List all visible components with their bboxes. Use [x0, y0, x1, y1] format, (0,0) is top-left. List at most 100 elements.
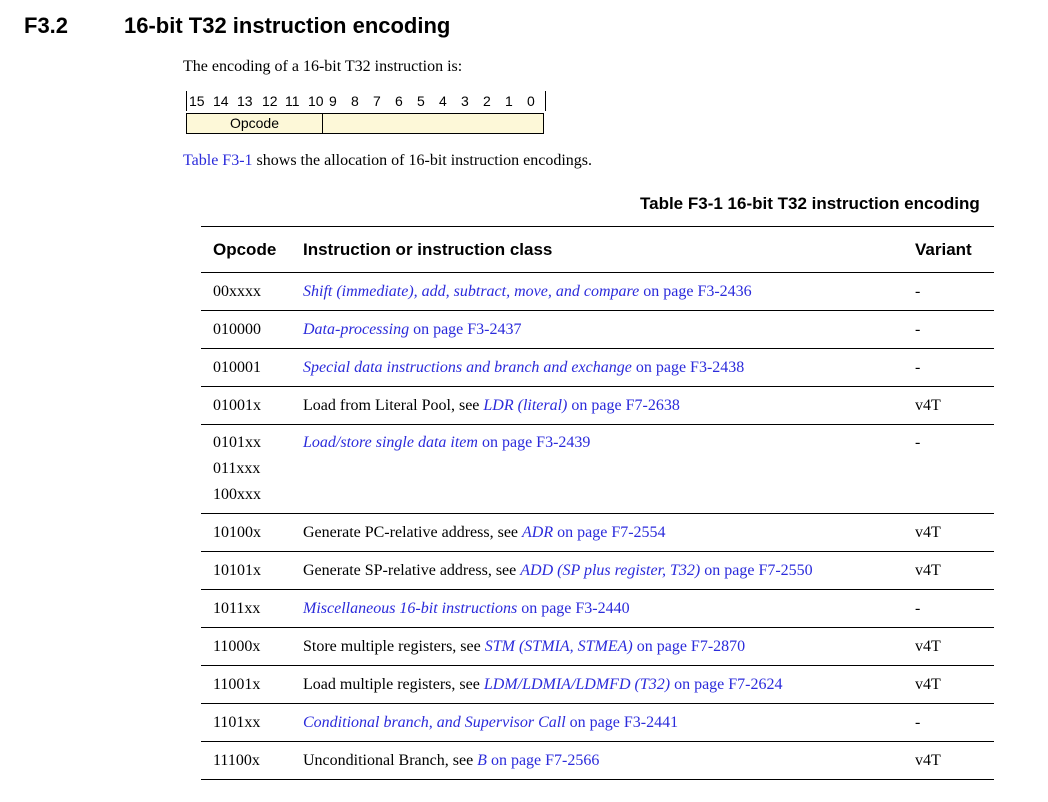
instruction-cell: Load from Literal Pool, see LDR (literal… [303, 386, 915, 425]
opcode-value: 11000x [213, 638, 261, 655]
page-reference-link[interactable]: on page F7-2624 [670, 676, 782, 693]
variant-cell: - [915, 348, 994, 387]
instruction-cell: Load/store single data item on page F3-2… [303, 424, 915, 514]
variant-value: - [915, 283, 921, 300]
page-reference-link[interactable]: on page F3-2440 [517, 600, 629, 617]
bitfield-diagram: 15 14 13 12 11 10 9 8 7 6 5 4 3 2 1 0 Opcode [186, 91, 546, 135]
page-reference-link[interactable]: on page F3-2441 [566, 714, 678, 731]
bit-numbers-row: 15 14 13 12 11 10 9 8 7 6 5 4 3 2 1 0 [186, 91, 546, 111]
section-title: 16-bit T32 instruction encoding [124, 13, 451, 38]
table-row: 010000 Data-processing on page F3-2437- [201, 310, 994, 349]
encoding-table: Opcode Instruction or instruction class … [201, 226, 994, 780]
opcode-cell: 11100x [201, 741, 303, 780]
page-reference-link[interactable]: on page F7-2638 [567, 397, 679, 414]
variant-value: - [915, 434, 921, 451]
instruction-cell: Generate PC-relative address, see ADR on… [303, 513, 915, 552]
table-row: 010001 Special data instructions and bran… [201, 348, 994, 387]
instruction-link[interactable]: B [477, 752, 487, 769]
table-header-row: Opcode Instruction or instruction class … [201, 226, 994, 273]
bit-number: 8 [351, 93, 359, 109]
header-variant: Variant [915, 226, 994, 273]
bit-number: 7 [373, 93, 381, 109]
bit-number: 4 [439, 93, 447, 109]
bit-number: 5 [417, 93, 425, 109]
instruction-link[interactable]: LDR (literal) [483, 397, 567, 414]
variant-value: v4T [915, 397, 941, 414]
header-opcode: Opcode [201, 226, 303, 273]
page-reference-link[interactable]: on page F7-2870 [633, 638, 745, 655]
instruction-link[interactable]: Shift (immediate), add, subtract, move, … [303, 283, 639, 300]
opcode-cell: 01001x [201, 386, 303, 425]
bit-number: 13 [237, 93, 253, 109]
instruction-cell: Special data instructions and branch and… [303, 348, 915, 387]
instruction-cell: Conditional branch, and Supervisor Call … [303, 703, 915, 742]
table-row: 10100x Generate PC-relative address, see … [201, 513, 994, 552]
variant-cell: - [915, 589, 994, 628]
table-reference-text: shows the allocation of 16-bit instructi… [252, 152, 593, 169]
bit-number: 14 [213, 93, 229, 109]
instruction-cell: Shift (immediate), add, subtract, move, … [303, 272, 915, 311]
opcode-cell: 11000x [201, 627, 303, 666]
instruction-link[interactable]: Data-processing [303, 321, 409, 338]
page-reference-link[interactable]: on page F3-2438 [632, 359, 744, 376]
page-reference-link[interactable]: on page F7-2554 [553, 524, 665, 541]
instruction-cell: Generate SP-relative address, see ADD (S… [303, 551, 915, 590]
variant-value: v4T [915, 752, 941, 769]
bit-number: 15 [189, 93, 205, 109]
variant-cell: v4T [915, 627, 994, 666]
instruction-cell: Miscellaneous 16-bit instructions on pag… [303, 589, 915, 628]
page-reference-link[interactable]: on page F3-2437 [409, 321, 521, 338]
bit-number: 11 [285, 93, 300, 109]
opcode-value: 1011xx [213, 600, 261, 617]
opcode-value: 10100x [213, 524, 261, 541]
intro-text: The encoding of a 16-bit T32 instruction… [183, 58, 463, 75]
page-reference-link[interactable]: on page F7-2550 [700, 562, 812, 579]
page-reference-link[interactable]: on page F3-2439 [478, 434, 590, 451]
bit-number: 10 [308, 93, 324, 109]
table-row: 00xxxx Shift (immediate), add, subtract, … [201, 272, 994, 311]
variant-cell: v4T [915, 386, 994, 425]
opcode-field: Opcode [187, 114, 323, 133]
table-row: 01001x Load from Literal Pool, see LDR (l… [201, 386, 994, 425]
opcode-value: 010001 [213, 359, 261, 376]
section-number: F3.2 [24, 13, 69, 38]
instruction-link[interactable]: Load/store single data item [303, 434, 478, 451]
variant-cell: v4T [915, 665, 994, 704]
table-reference-link[interactable]: Table F3-1 [183, 152, 253, 169]
instruction-link[interactable]: Conditional branch, and Supervisor Call [303, 714, 566, 731]
page-reference-link[interactable]: on page F7-2566 [487, 752, 599, 769]
instruction-link[interactable]: STM (STMIA, STMEA) [485, 638, 633, 655]
opcode-cell: 00xxxx [201, 272, 303, 311]
variant-cell: - [915, 272, 994, 311]
variant-cell: v4T [915, 551, 994, 590]
opcode-value: 1101xx [213, 714, 261, 731]
opcode-value: 100xxx [213, 486, 261, 503]
bit-number: 2 [483, 93, 491, 109]
table-caption: Table F3-1 16-bit T32 instruction encodi… [640, 194, 980, 213]
variant-value: - [915, 600, 921, 617]
instruction-cell: Store multiple registers, see STM (STMIA… [303, 627, 915, 666]
variant-value: - [915, 714, 921, 731]
opcode-value: 0101xx [213, 434, 261, 451]
opcode-cell: 11001x [201, 665, 303, 704]
instruction-link[interactable]: ADD (SP plus register, T32) [520, 562, 700, 579]
instruction-text: Load multiple registers, see [303, 676, 484, 693]
table-row: 11001x Load multiple registers, see LDM/L… [201, 665, 994, 704]
instruction-text: Store multiple registers, see [303, 638, 485, 655]
opcode-value: 010000 [213, 321, 261, 338]
opcode-cell: 010000 [201, 310, 303, 349]
table-row: 1011xx Miscellaneous 16-bit instructions … [201, 589, 994, 628]
page-reference-link[interactable]: on page F3-2436 [639, 283, 751, 300]
table-row: 0101xx 011xxx 100xxx Load/store single data… [201, 424, 994, 514]
opcode-cell: 1011xx [201, 589, 303, 628]
instruction-link[interactable]: Miscellaneous 16-bit instructions [303, 600, 517, 617]
variant-value: - [915, 359, 921, 376]
instruction-link[interactable]: LDM/LDMIA/LDMFD (T32) [484, 676, 670, 693]
instruction-link[interactable]: ADR [522, 524, 553, 541]
opcode-value: 011xxx [213, 460, 261, 477]
opcode-cell: 0101xx 011xxx 100xxx [201, 424, 303, 514]
field-row: Opcode [186, 113, 544, 134]
variant-cell: - [915, 424, 994, 514]
instruction-link[interactable]: Special data instructions and branch and… [303, 359, 632, 376]
table-row: 1101xx Conditional branch, and Supervisor… [201, 703, 994, 742]
